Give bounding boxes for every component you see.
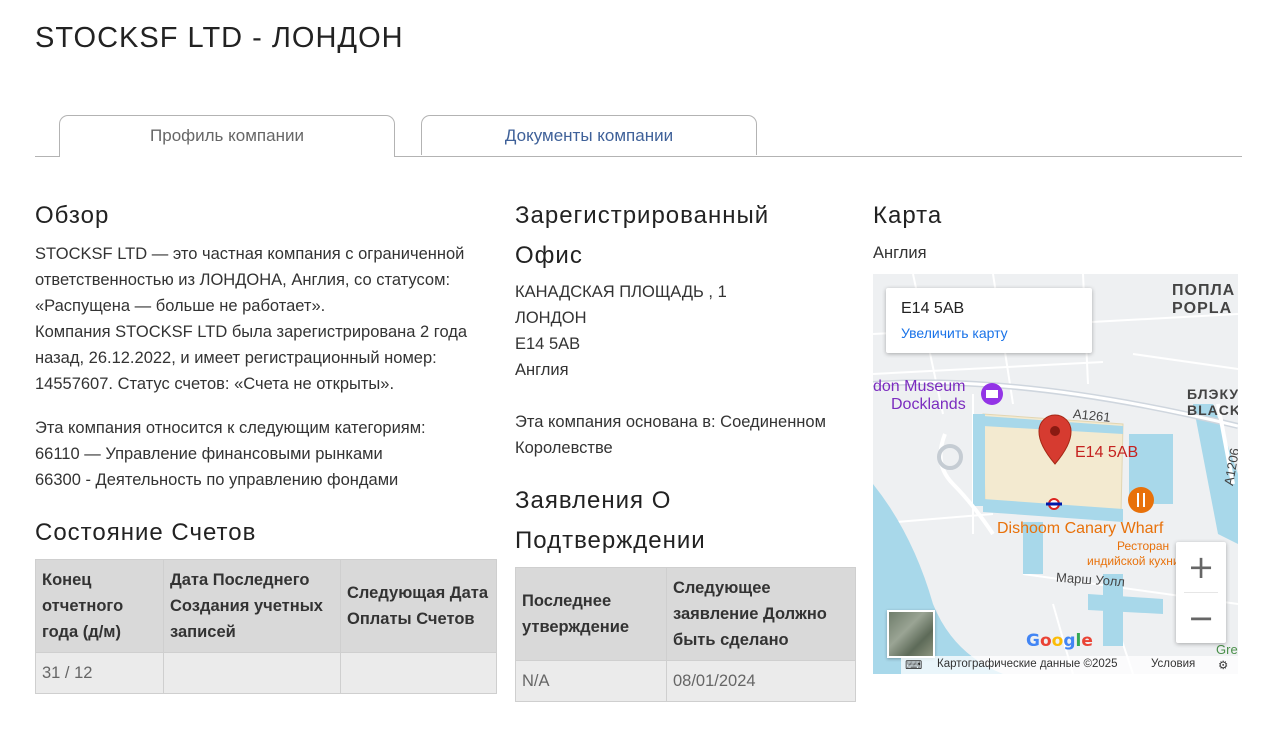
category-item: 66300 - Деятельность по управлению фонда…	[35, 471, 399, 489]
column-header: Следующее заявление Должно быть сделано	[666, 567, 856, 661]
google-logo: Google	[1026, 631, 1093, 651]
overview-line: Компания STOCKSF LTD была зарегистрирова…	[35, 323, 468, 341]
map-pin-label: E14 5AB	[1075, 444, 1139, 461]
confirmation-heading: Подтверждении	[515, 527, 706, 554]
category-item: 66110 — Управление финансовыми рынками	[35, 445, 383, 463]
tab-company-profile[interactable]: Профиль компании	[59, 115, 395, 157]
embedded-map[interactable]: don Museum Docklands A1261 A1206 ПОПЛА P…	[873, 274, 1238, 674]
zoom-out-button[interactable]: −	[1176, 593, 1226, 643]
map-data-credit[interactable]: Картографические данные ©2025	[937, 658, 1118, 670]
accounts-heading: Состояние Счетов	[35, 519, 257, 546]
zoom-in-button[interactable]: +	[1176, 542, 1226, 592]
keyboard-icon[interactable]: ⌨	[905, 658, 922, 672]
map-zoom-control: + −	[1176, 542, 1226, 643]
column-header: Следующая Дата Оплаты Счетов	[340, 559, 497, 653]
map-label-restaurant-sub: Ресторан	[1117, 539, 1170, 553]
map-label-museum: don Museum	[873, 378, 966, 395]
map-terms-link[interactable]: Условия	[1151, 658, 1195, 670]
overview-line: ответственностью из ЛОНДОНА, Англия, со …	[35, 271, 451, 289]
overview-line: назад, 26.12.2022, и имеет регистрационн…	[35, 349, 437, 367]
map-label-museum: Docklands	[891, 396, 966, 413]
satellite-toggle-button[interactable]	[887, 610, 935, 658]
map-column: Карта Англия	[873, 196, 1238, 266]
table-cell: 31 / 12	[35, 652, 164, 694]
address-line: E14 5AB	[515, 335, 581, 353]
table-header-row: Последнее утверждение Следующее заявлени…	[515, 567, 856, 661]
map-label-park: Gre	[1216, 642, 1238, 657]
overview-line: STOCKSF LTD — это частная компания с огр…	[35, 245, 465, 263]
column-header: Последнее утверждение	[515, 567, 667, 661]
confirmation-heading: Заявления О	[515, 487, 672, 514]
table-cell: 08/01/2024	[666, 660, 856, 702]
map-region: Англия	[873, 244, 927, 262]
map-label-district: POPLA	[1172, 300, 1233, 317]
table-row: 31 / 12	[35, 652, 497, 694]
founded-text: Эта компания основана в: Соединенном	[515, 413, 826, 431]
table-cell	[340, 652, 497, 694]
map-footer: ⌨ Картографические данные ©2025 Условия …	[873, 656, 1238, 674]
table-cell	[163, 652, 341, 694]
confirmation-table: Последнее утверждение Следующее заявлени…	[515, 567, 856, 702]
categories-intro: Эта компания относится к следующим катег…	[35, 419, 426, 437]
enlarge-map-link[interactable]: Увеличить карту	[901, 325, 1008, 341]
overview-line: 14557607. Статус счетов: «Счета не откры…	[35, 375, 395, 393]
founded-text: Королевстве	[515, 439, 613, 457]
overview-heading: Обзор	[35, 202, 110, 229]
address-line: КАНАДСКАЯ ПЛОЩАДЬ , 1	[515, 283, 727, 301]
overview-line: «Распущена — больше не работает».	[35, 297, 326, 315]
map-info-card: E14 5AB Увеличить карту	[886, 288, 1092, 353]
tab-bar: Профиль компании Документы компании	[35, 115, 1242, 157]
map-label-district: ПОПЛА	[1172, 282, 1236, 299]
column-header: Конец отчетного года (д/м)	[35, 559, 164, 653]
map-label-restaurant-sub: индийской кухни	[1087, 554, 1180, 568]
address-line: ЛОНДОН	[515, 309, 587, 327]
tab-company-documents[interactable]: Документы компании	[421, 115, 757, 155]
column-header: Дата Последнего Создания учетных записей	[163, 559, 341, 653]
map-label-restaurant: Dishoom Canary Wharf	[997, 520, 1164, 537]
table-header-row: Конец отчетного года (д/м) Дата Последне…	[35, 559, 497, 653]
map-heading: Карта	[873, 202, 943, 229]
map-label-district: БЛЭКУ	[1187, 386, 1238, 402]
accounts-table: Конец отчетного года (д/м) Дата Последне…	[35, 559, 497, 694]
map-label-district: BLACK	[1187, 402, 1238, 418]
table-row: N/A 08/01/2024	[515, 660, 856, 702]
overview-column: Обзор STOCKSF LTD — это частная компания…	[35, 196, 497, 694]
map-card-postcode: E14 5AB	[901, 300, 965, 317]
office-column: Зарегистрированный Офис КАНАДСКАЯ ПЛОЩАД…	[515, 196, 860, 702]
office-heading: Офис	[515, 242, 583, 269]
table-cell: N/A	[515, 660, 667, 702]
address-line: Англия	[515, 361, 569, 379]
page-title: STOCKSF LTD - ЛОНДОН	[35, 22, 404, 54]
map-settings-icon[interactable]: ⚙	[1218, 658, 1228, 672]
office-heading: Зарегистрированный	[515, 202, 770, 229]
